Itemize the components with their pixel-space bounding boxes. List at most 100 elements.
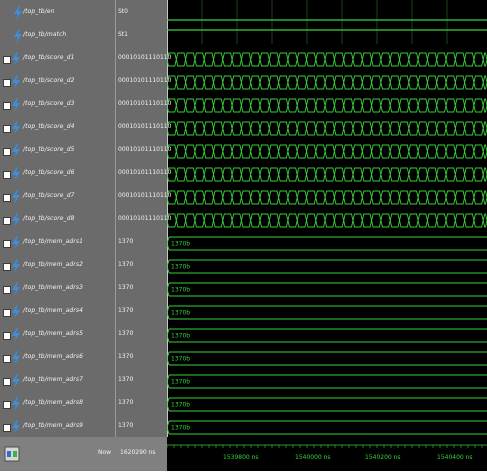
signal-value-cell: 00010101110110 [118, 142, 171, 162]
expand-toggle-icon[interactable] [3, 309, 11, 317]
time-tick-label: 1540000 ns [295, 454, 331, 461]
expand-toggle-icon[interactable] [3, 102, 11, 110]
signal-value-cell: 00010101110110 [118, 119, 171, 139]
signal-row[interactable]: /top_tb/en [0, 4, 115, 24]
lightning-icon [12, 351, 20, 365]
expand-toggle-icon[interactable] [3, 401, 11, 409]
now-value: 1620290 ns [120, 449, 156, 456]
wave-value-label: 1370b [171, 379, 190, 386]
signal-row[interactable]: /top_tb/match [0, 27, 115, 47]
wave-value-label: 1370b [171, 333, 190, 340]
signal-value-cell: 00010101110110 [118, 188, 171, 208]
signal-row[interactable]: /top_tb/mem_adrs9 [0, 418, 115, 438]
signal-name: /top_tb/mem_adrs7 [23, 376, 84, 383]
signal-value: 00010101110110 [118, 192, 172, 199]
signal-value: 00010101110110 [118, 215, 172, 222]
signal-name: /top_tb/mem_adrs3 [23, 284, 84, 291]
signal-waveform[interactable] [167, 167, 487, 182]
expand-toggle-icon[interactable] [3, 79, 11, 87]
signal-name: /top_tb/score_d1 [23, 54, 75, 61]
expand-toggle-icon[interactable] [3, 332, 11, 340]
signal-waveform[interactable]: 1370b [167, 374, 487, 389]
lightning-icon [12, 397, 20, 411]
signal-row[interactable]: /top_tb/mem_adrs7 [0, 372, 115, 392]
signal-name: /top_tb/en [23, 8, 55, 15]
signal-value-cell: 1370 [118, 349, 165, 369]
signal-value-cell: 00010101110110 [118, 211, 171, 231]
signal-value: 1370 [118, 422, 134, 429]
signal-waveform[interactable] [167, 190, 487, 205]
signal-waveform[interactable] [167, 52, 487, 67]
signal-row[interactable]: /top_tb/mem_adrs3 [0, 280, 115, 300]
signal-name: /top_tb/score_d4 [23, 123, 75, 130]
expand-toggle-icon[interactable] [3, 125, 11, 133]
signal-name: /top_tb/score_d8 [23, 215, 75, 222]
signal-row[interactable]: /top_tb/mem_adrs6 [0, 349, 115, 369]
wave-value-label: 1370b [171, 310, 190, 317]
signal-name: /top_tb/score_d2 [23, 77, 75, 84]
time-tick-label: 1540400 ns [437, 454, 473, 461]
signal-row[interactable]: /top_tb/score_d6 [0, 165, 115, 185]
expand-toggle-icon[interactable] [3, 240, 11, 248]
lightning-icon [12, 213, 20, 227]
signal-waveform[interactable] [167, 75, 487, 90]
signal-row[interactable]: /top_tb/mem_adrs5 [0, 326, 115, 346]
signal-name: /top_tb/mem_adrs4 [23, 307, 84, 314]
signal-waveform[interactable]: 1370b [167, 305, 487, 320]
lightning-icon [12, 374, 20, 388]
signal-waveform[interactable]: 1370b [167, 259, 487, 274]
signal-row[interactable]: /top_tb/score_d5 [0, 142, 115, 162]
expand-toggle-icon[interactable] [3, 424, 11, 432]
expand-toggle-icon[interactable] [3, 286, 11, 294]
signal-value: 1370 [118, 353, 134, 360]
expand-toggle-icon[interactable] [3, 56, 11, 64]
expand-toggle-icon[interactable] [3, 355, 11, 363]
time-tick-label: 1539800 ns [223, 454, 259, 461]
signal-waveform[interactable]: 1370b [167, 282, 487, 297]
signal-row[interactable]: /top_tb/mem_adrs2 [0, 257, 115, 277]
signal-waveform[interactable]: 1370b [167, 351, 487, 366]
signal-waveform[interactable]: 1370b [167, 420, 487, 435]
expand-toggle-icon[interactable] [3, 148, 11, 156]
signal-value: 00010101110110 [118, 169, 172, 176]
expand-toggle-icon[interactable] [3, 171, 11, 179]
signal-row[interactable]: /top_tb/score_d1 [0, 50, 115, 70]
signal-row[interactable]: /top_tb/mem_adrs4 [0, 303, 115, 323]
signal-name: /top_tb/mem_adrs8 [23, 399, 84, 406]
signal-row[interactable]: /top_tb/score_d3 [0, 96, 115, 116]
signal-waveform[interactable]: 1370b [167, 236, 487, 251]
lightning-icon [12, 328, 20, 342]
signal-value: 1370 [118, 307, 134, 314]
signal-value-cell: 1370 [118, 303, 165, 323]
lightning-icon [12, 420, 20, 434]
signal-value: 00010101110110 [118, 100, 172, 107]
signal-row[interactable]: /top_tb/score_d8 [0, 211, 115, 231]
signal-waveform[interactable]: 1370b [167, 328, 487, 343]
signal-value: 1370 [118, 284, 134, 291]
signal-waveform[interactable] [167, 98, 487, 113]
signal-row[interactable]: /top_tb/score_d7 [0, 188, 115, 208]
signal-waveform[interactable]: 1370b [167, 397, 487, 412]
wave-value-label: 1370b [171, 264, 190, 271]
signal-value-cell: 1370 [118, 326, 165, 346]
signal-row[interactable]: /top_tb/score_d4 [0, 119, 115, 139]
signal-value-cell: 1370 [118, 418, 165, 438]
expand-toggle-icon[interactable] [3, 263, 11, 271]
signal-waveform[interactable] [167, 213, 487, 228]
signal-value-cell: St0 [118, 4, 165, 24]
waveform-canvas[interactable]: 1370b 1370b 1370b 1370b 1370b 1370b 1370b 1370b… [167, 0, 487, 437]
signal-name: /top_tb/match [23, 31, 67, 38]
signal-waveform[interactable] [167, 121, 487, 136]
wave-value-label: 1370b [171, 425, 190, 432]
signal-value: 1370 [118, 399, 134, 406]
wave-value-label: 1370b [171, 287, 190, 294]
expand-toggle-icon[interactable] [3, 194, 11, 202]
cursor-lock-icon[interactable] [4, 446, 20, 462]
signal-waveform[interactable] [167, 144, 487, 159]
signal-row[interactable]: /top_tb/mem_adrs1 [0, 234, 115, 254]
expand-toggle-icon[interactable] [3, 378, 11, 386]
expand-toggle-icon[interactable] [3, 217, 11, 225]
signal-row[interactable]: /top_tb/mem_adrs8 [0, 395, 115, 415]
signal-value: 1370 [118, 238, 134, 245]
signal-row[interactable]: /top_tb/score_d2 [0, 73, 115, 93]
